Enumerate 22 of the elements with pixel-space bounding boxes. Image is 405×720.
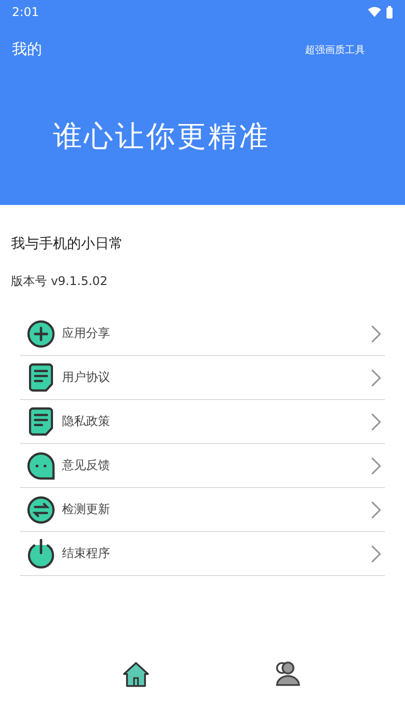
document-icon	[29, 363, 53, 392]
chevron-icon	[371, 544, 381, 562]
power-icon	[27, 538, 55, 568]
nav-tab[interactable]	[120, 660, 150, 688]
swap-icon	[27, 496, 55, 524]
plus-icon	[27, 320, 55, 348]
chat-icon	[27, 452, 55, 480]
battery-icon	[386, 6, 393, 18]
version-text: 版本号 v9.1.5.02	[11, 273, 109, 290]
home-icon	[120, 660, 150, 688]
status-time: 2:01	[12, 5, 39, 19]
wifi-icon	[368, 7, 381, 17]
chevron-icon	[371, 324, 381, 342]
profile-name: 我与手机的小日常	[11, 235, 124, 253]
document-icon	[29, 407, 53, 436]
chevron-icon	[371, 368, 381, 386]
page-title: 我的	[12, 40, 42, 59]
chevron-icon	[371, 412, 381, 430]
tool-link[interactable]: 超强画质工具	[305, 42, 393, 56]
chevron-icon	[371, 500, 381, 518]
slogan-text: 谁心让你更精准	[53, 118, 271, 155]
chevron-icon	[371, 456, 381, 474]
